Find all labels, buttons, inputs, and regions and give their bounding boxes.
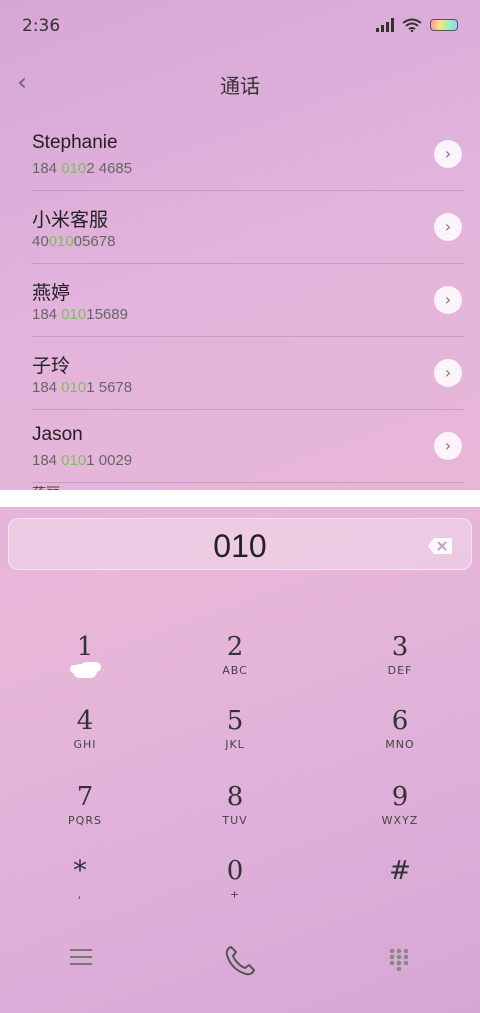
chevron-right-icon[interactable]: ›	[434, 140, 462, 168]
dial-input-field[interactable]: 010	[8, 518, 472, 570]
number-prefix: 40	[32, 233, 49, 250]
key-4[interactable]: 4 GHI	[5, 706, 165, 780]
key-digit: 2	[226, 632, 244, 662]
signal-icon	[376, 18, 394, 32]
partial-contact-name[interactable]: 蒋丽	[32, 483, 464, 490]
page-title: 通话	[220, 74, 260, 98]
number-suffix: 2 4685	[86, 160, 133, 177]
voicemail-cloud-icon	[73, 664, 97, 678]
title-bar: ‹ 通话	[0, 62, 480, 106]
key-digit: 0	[226, 856, 244, 886]
status-time: 2:36	[22, 16, 61, 36]
key-digit: 3	[391, 632, 409, 662]
key-9[interactable]: 9 WXYZ	[320, 782, 480, 856]
menu-icon[interactable]	[70, 949, 92, 967]
contact-number: 184 0101 5678	[32, 379, 132, 396]
contact-name: 燕婷	[32, 283, 71, 304]
key-digit: 8	[226, 782, 244, 812]
battery-icon	[430, 19, 458, 31]
chevron-right-icon[interactable]: ›	[434, 432, 462, 460]
number-prefix: 184	[32, 160, 62, 177]
key-digit: 5	[226, 706, 244, 736]
key-7[interactable]: 7 PQRS	[5, 782, 165, 856]
number-prefix: 184	[32, 379, 62, 396]
key-star[interactable]: * ,	[0, 856, 160, 930]
key-letters: WXYZ	[381, 814, 419, 827]
key-hash[interactable]: #	[320, 856, 480, 930]
contact-number: 184 0101 0029	[32, 452, 132, 469]
key-2[interactable]: 2 ABC	[155, 632, 315, 706]
contact-name: Jason	[32, 424, 83, 445]
key-letters: PQRS	[68, 814, 102, 827]
number-suffix: 1 0029	[86, 452, 133, 469]
key-letters: JKL	[225, 738, 245, 751]
key-letters: TUV	[222, 814, 248, 827]
key-1[interactable]: 1	[5, 632, 165, 706]
contact-row[interactable]: 燕婷 184 01015689 ›	[32, 264, 464, 337]
key-0[interactable]: 0 +	[155, 856, 315, 930]
key-6[interactable]: 6 MNO	[320, 706, 480, 780]
key-letters: +	[229, 888, 241, 901]
chevron-right-icon[interactable]: ›	[434, 359, 462, 387]
contact-row[interactable]: 子玲 184 0101 5678 ›	[32, 337, 464, 410]
contact-number: 4001005678	[32, 233, 115, 250]
key-digit: 4	[76, 706, 94, 736]
key-letters: DEF	[387, 664, 413, 677]
dialpad-icon[interactable]	[388, 947, 410, 971]
divider	[0, 490, 480, 507]
key-letters: ABC	[222, 664, 248, 677]
number-suffix: 05678	[73, 233, 116, 250]
key-8[interactable]: 8 TUV	[155, 782, 315, 856]
key-letters: MNO	[385, 738, 415, 751]
contact-row[interactable]: Stephanie 184 0102 4685 ›	[32, 118, 464, 191]
number-match: 010	[61, 160, 87, 177]
key-5[interactable]: 5 JKL	[155, 706, 315, 780]
number-suffix: 1 5678	[86, 379, 133, 396]
keypad: 1 2 ABC 3 DEF 4 GHI 5 JKL 6 MNO 7 PQRS 8…	[0, 618, 480, 918]
number-prefix: 184	[32, 452, 62, 469]
key-digit: 9	[391, 782, 409, 812]
status-bar: 2:36	[0, 0, 480, 52]
contact-number: 184 0102 4685	[32, 160, 132, 177]
number-match: 010	[48, 233, 74, 250]
chevron-right-icon[interactable]: ›	[434, 286, 462, 314]
key-digit: 6	[391, 706, 409, 736]
number-match: 010	[61, 306, 87, 323]
key-letters: GHI	[73, 738, 97, 751]
contact-number: 184 01015689	[32, 306, 128, 323]
number-match: 010	[61, 452, 87, 469]
number-suffix: 15689	[86, 306, 128, 323]
number-prefix: 184	[32, 306, 62, 323]
number-match: 010	[61, 379, 87, 396]
contact-name: 子玲	[32, 356, 71, 377]
key-digit: *	[73, 856, 87, 886]
key-digit: 7	[76, 782, 94, 812]
contact-name: 小米客服	[32, 210, 109, 231]
backspace-icon[interactable]	[427, 537, 453, 555]
status-icons	[376, 18, 458, 32]
key-digit: 1	[76, 632, 94, 662]
contact-row[interactable]: 小米客服 4001005678 ›	[32, 191, 464, 264]
contact-list: Stephanie 184 0102 4685 › 小米客服 400100567…	[0, 118, 480, 490]
bottom-bar	[0, 935, 480, 987]
key-digit: #	[389, 856, 411, 886]
contact-row[interactable]: Jason 184 0101 0029 ›	[32, 410, 464, 483]
key-3[interactable]: 3 DEF	[320, 632, 480, 706]
wifi-icon	[402, 18, 422, 32]
phone-icon[interactable]	[222, 943, 258, 979]
dialed-number: 010	[213, 528, 267, 564]
key-letters: ,	[77, 888, 83, 901]
contact-name: Stephanie	[32, 132, 118, 153]
chevron-right-icon[interactable]: ›	[434, 213, 462, 241]
